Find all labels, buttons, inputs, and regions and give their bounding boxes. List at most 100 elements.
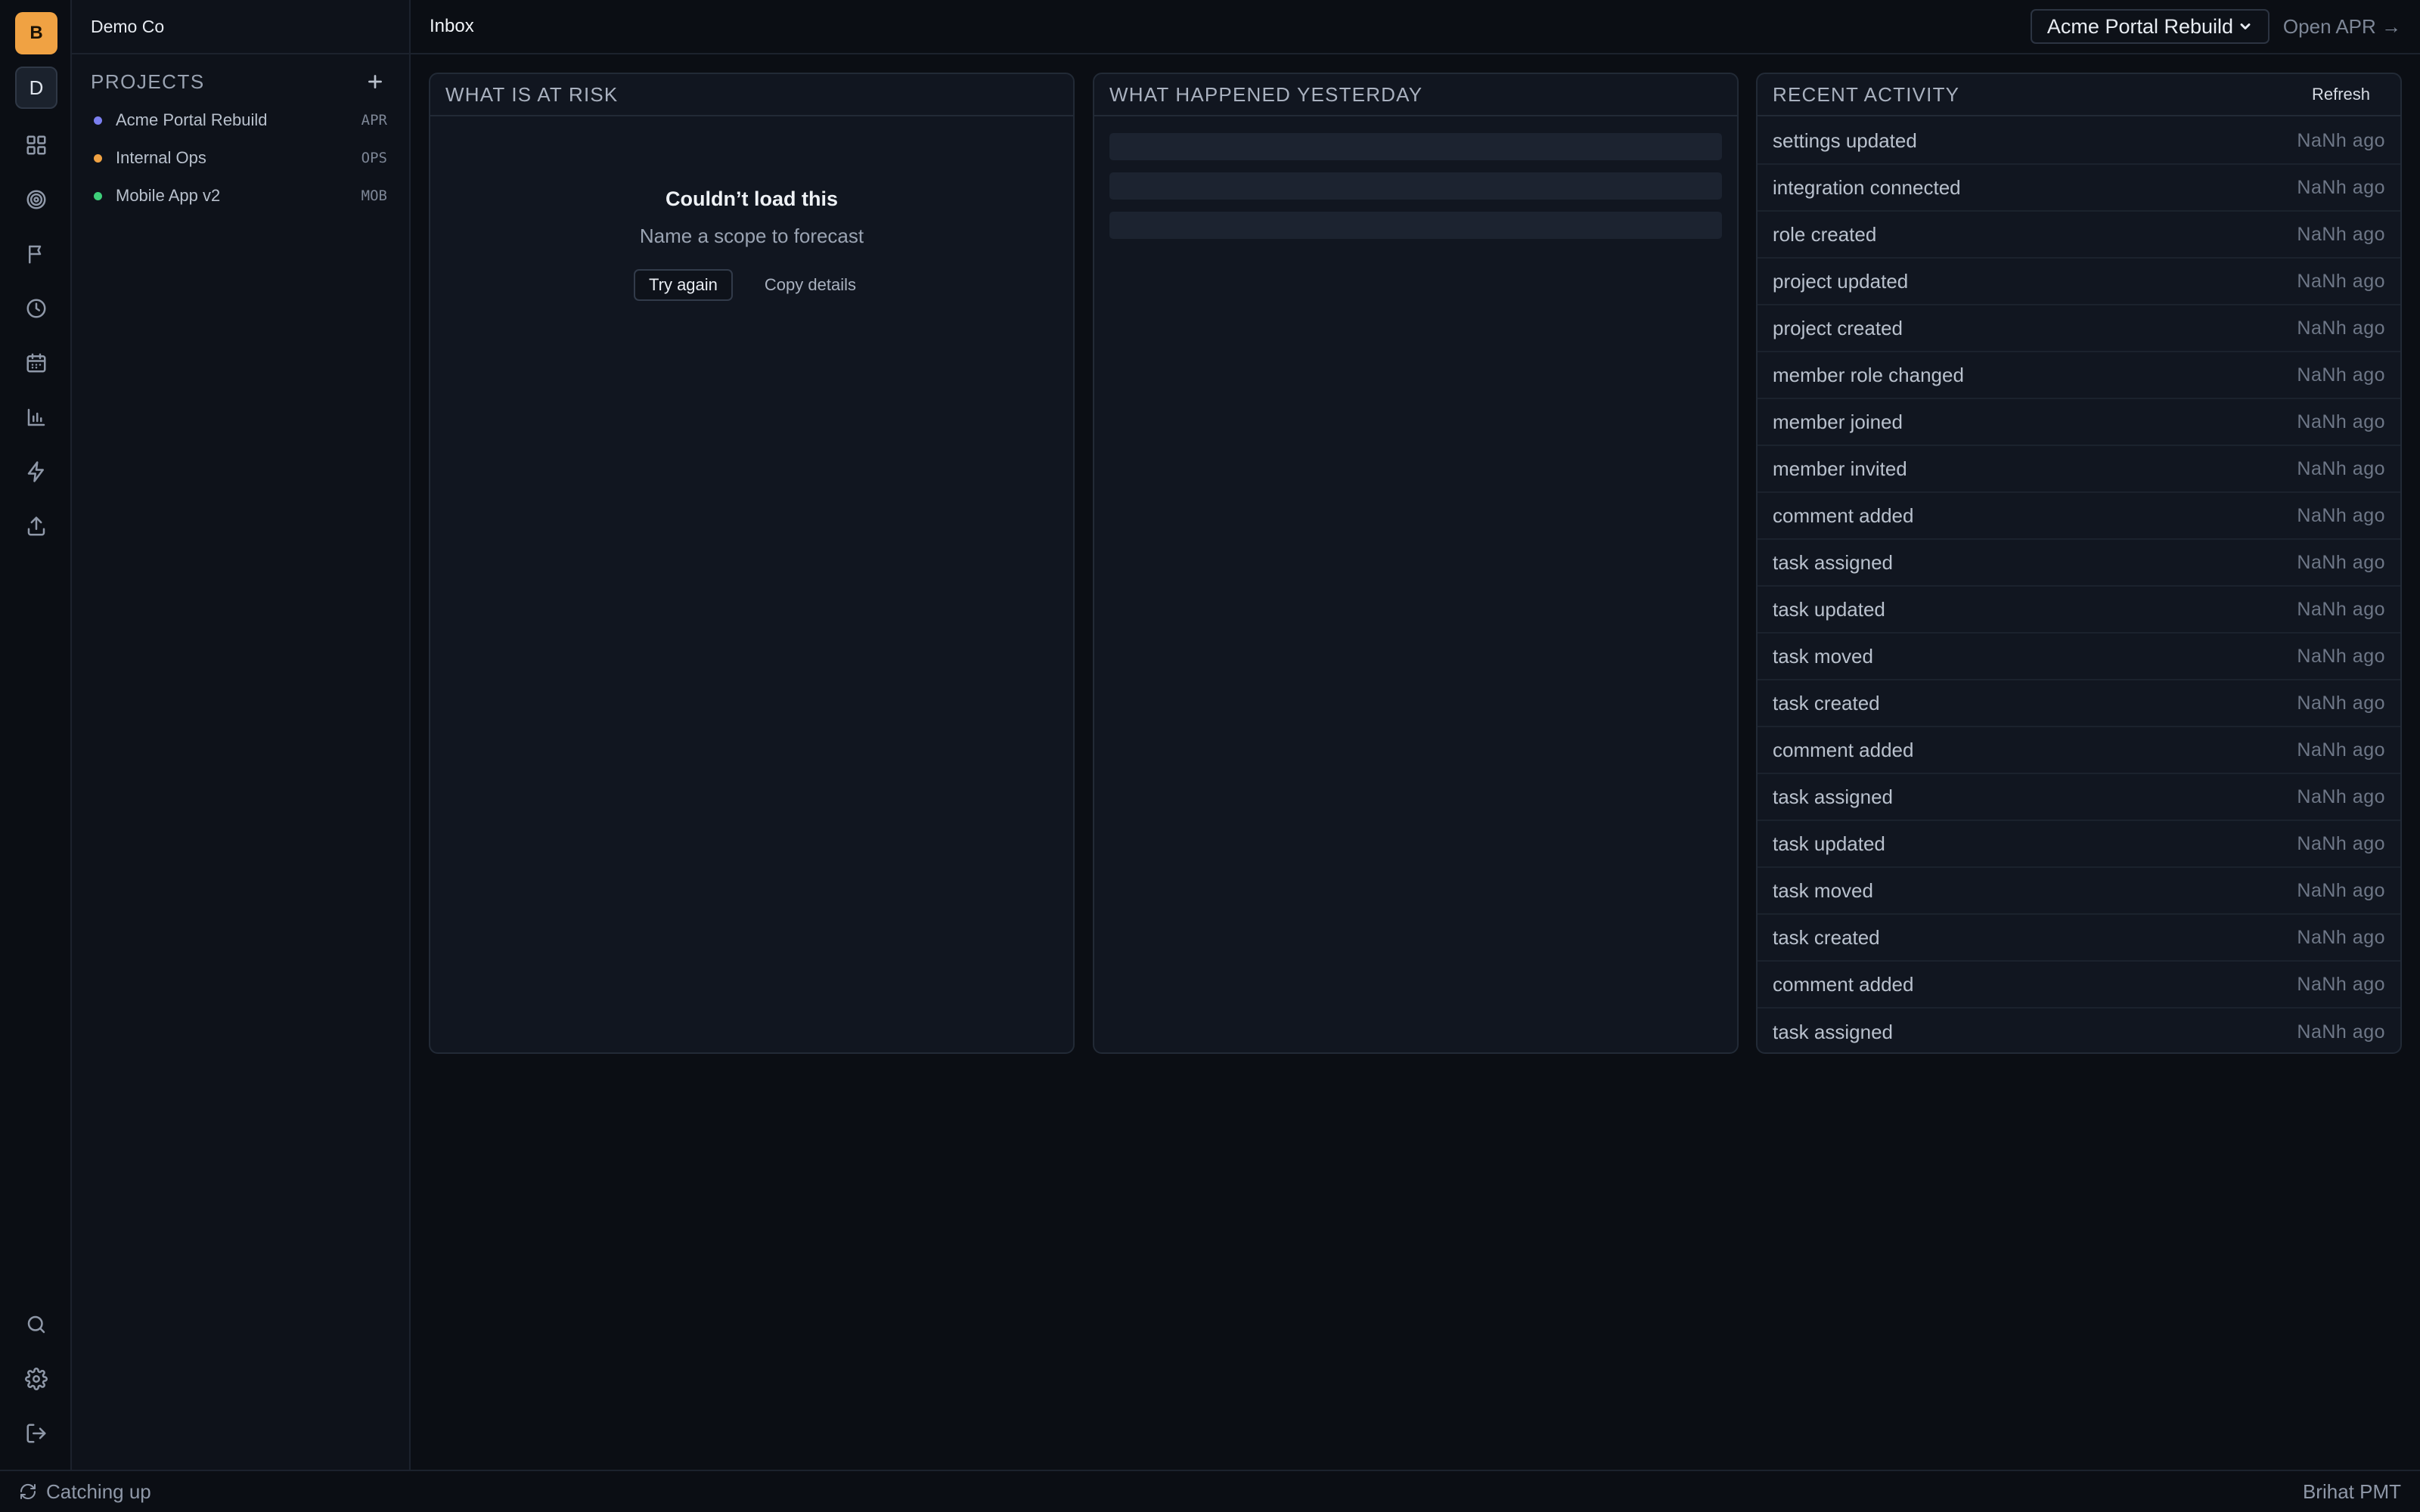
open-project-link[interactable]: Open APR → bbox=[2283, 15, 2401, 39]
workspace-badge[interactable]: B bbox=[15, 12, 57, 54]
activity-label: integration connected bbox=[1773, 175, 1961, 199]
activity-time: NaNh ago bbox=[2297, 739, 2385, 761]
activity-time: NaNh ago bbox=[2297, 598, 2385, 620]
activity-row[interactable]: task assigned NaNh ago bbox=[1758, 540, 2400, 587]
project-code: APR bbox=[361, 112, 387, 129]
yesterday-panel: WHAT HAPPENED YESTERDAY bbox=[1093, 73, 1739, 1054]
workspace-name[interactable]: Demo Co bbox=[72, 0, 409, 54]
sidebar-item-internal-ops[interactable]: Internal Ops OPS bbox=[72, 139, 409, 177]
activity-row[interactable]: task moved NaNh ago bbox=[1758, 868, 2400, 915]
activity-row[interactable]: role created NaNh ago bbox=[1758, 212, 2400, 259]
search-icon[interactable] bbox=[15, 1303, 57, 1346]
activity-time: NaNh ago bbox=[2297, 364, 2385, 386]
workspace-switcher[interactable]: D bbox=[15, 67, 57, 109]
timezone-label: Brihat PMT bbox=[2302, 1479, 2401, 1503]
activity-row[interactable]: project created NaNh ago bbox=[1758, 305, 2400, 352]
activity-label: task assigned bbox=[1773, 550, 1893, 574]
gear-icon[interactable] bbox=[15, 1358, 57, 1400]
plus-icon bbox=[368, 75, 382, 88]
sync-status-text: Catching up bbox=[46, 1479, 151, 1503]
activity-row[interactable]: member role changed NaNh ago bbox=[1758, 352, 2400, 399]
error-title: Couldn’t load this bbox=[666, 187, 838, 210]
chevron-down-icon bbox=[2240, 23, 2251, 29]
add-project-button[interactable] bbox=[360, 67, 390, 97]
logout-icon[interactable] bbox=[15, 1412, 57, 1455]
upload-icon[interactable] bbox=[15, 505, 57, 547]
activity-row[interactable]: task updated NaNh ago bbox=[1758, 587, 2400, 634]
activity-time: NaNh ago bbox=[2297, 832, 2385, 854]
activity-label: task assigned bbox=[1773, 785, 1893, 808]
project-color-dot bbox=[94, 191, 102, 200]
status-bar: Catching up Brihat PMT bbox=[0, 1470, 2420, 1512]
activity-row[interactable]: settings updated NaNh ago bbox=[1758, 118, 2400, 165]
calendar-icon[interactable] bbox=[15, 342, 57, 384]
top-bar: Inbox Acme Portal Rebuild Open APR → bbox=[411, 0, 2420, 54]
activity-label: member invited bbox=[1773, 457, 1907, 480]
project-select-value: Acme Portal Rebuild bbox=[2046, 14, 2234, 38]
activity-row[interactable]: comment added NaNh ago bbox=[1758, 727, 2400, 774]
activity-row[interactable]: task moved NaNh ago bbox=[1758, 634, 2400, 680]
loading-skeleton bbox=[1109, 133, 1722, 160]
dashboard-icon[interactable] bbox=[15, 124, 57, 166]
bar-chart-icon[interactable] bbox=[15, 396, 57, 438]
activity-time: NaNh ago bbox=[2297, 317, 2385, 339]
project-color-dot bbox=[94, 116, 102, 125]
activity-label: member joined bbox=[1773, 410, 1903, 433]
activity-label: role created bbox=[1773, 222, 1877, 246]
zap-icon[interactable] bbox=[15, 451, 57, 493]
sidebar-item-mobile-app-v2[interactable]: Mobile App v2 MOB bbox=[72, 177, 409, 215]
activity-label: task created bbox=[1773, 691, 1880, 714]
icon-rail: B D bbox=[0, 0, 72, 1470]
activity-time: NaNh ago bbox=[2297, 879, 2385, 901]
clock-icon[interactable] bbox=[15, 287, 57, 330]
refresh-button[interactable]: Refresh bbox=[2297, 82, 2385, 107]
activity-label: member role changed bbox=[1773, 363, 1964, 386]
activity-row[interactable]: task created NaNh ago bbox=[1758, 915, 2400, 962]
activity-label: settings updated bbox=[1773, 129, 1917, 152]
activity-time: NaNh ago bbox=[2297, 551, 2385, 573]
sidebar-item-acme-portal-rebuild[interactable]: Acme Portal Rebuild APR bbox=[72, 101, 409, 139]
activity-label: task created bbox=[1773, 925, 1880, 949]
activity-time: NaNh ago bbox=[2297, 692, 2385, 714]
activity-label: task updated bbox=[1773, 832, 1885, 855]
activity-row[interactable]: comment added NaNh ago bbox=[1758, 962, 2400, 1009]
activity-time: NaNh ago bbox=[2297, 504, 2385, 526]
activity-time: NaNh ago bbox=[2297, 457, 2385, 479]
project-name: Acme Portal Rebuild bbox=[116, 110, 268, 129]
flag-icon[interactable] bbox=[15, 233, 57, 275]
activity-row[interactable]: task assigned NaNh ago bbox=[1758, 1009, 2400, 1052]
activity-label: task updated bbox=[1773, 597, 1885, 621]
activity-panel-header: RECENT ACTIVITY Refresh bbox=[1758, 74, 2400, 116]
activity-row[interactable]: task updated NaNh ago bbox=[1758, 821, 2400, 868]
project-select[interactable]: Acme Portal Rebuild bbox=[2030, 9, 2270, 44]
error-state: Couldn’t load this Name a scope to forec… bbox=[430, 187, 1073, 301]
activity-row[interactable]: comment added NaNh ago bbox=[1758, 493, 2400, 540]
activity-row[interactable]: member invited NaNh ago bbox=[1758, 446, 2400, 493]
activity-row[interactable]: task created NaNh ago bbox=[1758, 680, 2400, 727]
activity-time: NaNh ago bbox=[2297, 645, 2385, 667]
try-again-button[interactable]: Try again bbox=[634, 269, 733, 301]
activity-row[interactable]: project updated NaNh ago bbox=[1758, 259, 2400, 305]
risk-panel-header: WHAT IS AT RISK bbox=[430, 74, 1073, 116]
activity-row[interactable]: integration connected NaNh ago bbox=[1758, 165, 2400, 212]
projects-title: PROJECTS bbox=[91, 70, 205, 93]
panel-title: WHAT IS AT RISK bbox=[445, 82, 619, 106]
copy-details-button[interactable]: Copy details bbox=[751, 269, 870, 301]
activity-label: comment added bbox=[1773, 972, 1914, 996]
activity-row[interactable]: member joined NaNh ago bbox=[1758, 399, 2400, 446]
activity-row[interactable]: task assigned NaNh ago bbox=[1758, 774, 2400, 821]
activity-time: NaNh ago bbox=[2297, 926, 2385, 948]
page-title: Inbox bbox=[430, 16, 474, 36]
activity-time: NaNh ago bbox=[2297, 223, 2385, 245]
sync-status: Catching up bbox=[19, 1480, 151, 1504]
risk-panel: WHAT IS AT RISK Couldn’t load this Name … bbox=[429, 73, 1075, 1054]
activity-time: NaNh ago bbox=[2297, 129, 2385, 151]
error-message: Name a scope to forecast bbox=[639, 225, 864, 247]
projects-header: PROJECTS bbox=[91, 65, 390, 98]
target-icon[interactable] bbox=[15, 178, 57, 221]
activity-label: task assigned bbox=[1773, 1020, 1893, 1043]
project-code: MOB bbox=[361, 187, 387, 204]
loading-skeleton bbox=[1109, 212, 1722, 239]
refresh-icon bbox=[20, 1483, 36, 1500]
activity-time: NaNh ago bbox=[2297, 176, 2385, 198]
